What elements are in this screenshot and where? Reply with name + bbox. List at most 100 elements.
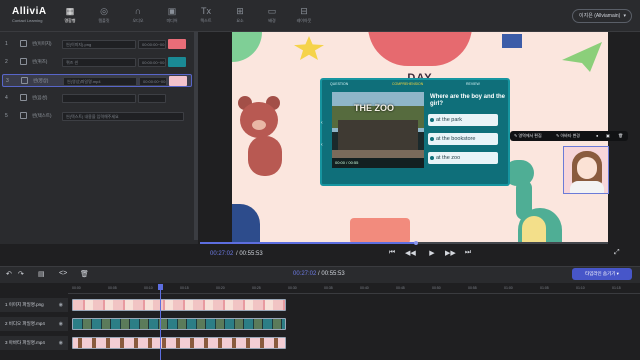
text-icon: Tx (201, 6, 211, 16)
nav-layout[interactable]: ⊟ 레이아웃 (290, 6, 318, 24)
player-total-time: / 00:55:53 (236, 251, 263, 257)
paper-plane-decoration (562, 42, 602, 72)
app-tagline: Contact Learning (12, 18, 43, 23)
nav-audio[interactable]: ∩ 오디오 (124, 6, 152, 24)
image-clip[interactable] (72, 299, 286, 311)
text-icon (20, 112, 27, 119)
video-time: 00:00 / 00:55 (335, 160, 359, 165)
track-video (68, 317, 640, 331)
media-icon: ▣ (167, 6, 177, 16)
app-logo[interactable]: AlliviA Contact Learning (12, 6, 47, 23)
ruler-tick: 01:05 (540, 286, 549, 290)
scene-file-field[interactable]: 퀴즈 씬 (62, 58, 136, 67)
tab-question[interactable]: QUESTION (330, 82, 348, 86)
top-bar: AlliviA Contact Learning ▦ 명함형 ◎ 템플릿 ∩ 오… (0, 0, 640, 32)
skip-back-icon[interactable]: ⏮ (387, 249, 397, 257)
scene-thumbnail (168, 57, 186, 67)
user-menu-button[interactable]: 이지은 (Allviamain) ▾ (572, 9, 632, 23)
tab-review[interactable]: REVIEW (466, 82, 480, 86)
track-label-video[interactable]: 2 비디오 파일명.mp4 ◉ (0, 317, 68, 331)
ruler-tick: 00:05 (108, 286, 117, 290)
app-name: AlliviA (12, 6, 47, 17)
fast-forward-icon[interactable]: ▶▶ (445, 249, 456, 257)
play-icon[interactable]: ▶ (427, 249, 437, 257)
quiz-next-arrow[interactable]: ‹ (321, 142, 323, 148)
ruler-tick: 00:55 (468, 286, 477, 290)
speaker-icon[interactable]: ◉ (59, 317, 63, 331)
color-icon[interactable]: ● (596, 133, 598, 138)
track-label-image[interactable]: 1 이미지 파일명.png ◉ (0, 298, 68, 312)
nav-text[interactable]: Tx 텍스트 (192, 6, 220, 24)
playhead-handle[interactable] (158, 284, 163, 290)
speaker-icon[interactable]: ◉ (59, 298, 63, 312)
nav-background[interactable]: ▭ 배경 (258, 6, 286, 24)
quiz-answer-1[interactable]: at the park (428, 114, 498, 126)
zoo-sign-text: THE ZOO (354, 103, 394, 113)
nav-template[interactable]: ◎ 템플릿 (90, 6, 118, 24)
scene-list-panel: 1 씬(이미지) 씬(이미지).png 00:00:00~00:00:00 2 … (0, 32, 198, 244)
scene-file-field[interactable]: 씬(이미지).png (62, 40, 136, 49)
avatar-clip[interactable] (72, 337, 286, 349)
shape-decoration (232, 204, 260, 244)
layer-icon[interactable]: ▣ (606, 133, 610, 138)
nav-media[interactable]: ▣ 미디어 (158, 6, 186, 24)
ruler-tick: 01:10 (576, 286, 585, 290)
scene-file-field[interactable] (62, 94, 136, 103)
panel-resize-handle[interactable] (194, 32, 198, 240)
speaker-icon[interactable]: ◉ (59, 336, 63, 350)
delete-icon[interactable]: 🗑 (80, 270, 89, 278)
quiz-tabs: QUESTION COMPREHENSION REVIEW (326, 82, 508, 88)
timeline-playhead[interactable] (160, 284, 161, 360)
track-image (68, 298, 640, 312)
scene-row-2[interactable]: 2 씬(퀴즈) 퀴즈 씬 00:00:00~00:00:00 (2, 56, 192, 69)
nav-elements[interactable]: ⊞ 요소 (226, 6, 254, 24)
timeline-ruler[interactable]: 00:00 00:05 00:10 00:15 00:20 00:25 00:30 00:35… (68, 284, 640, 294)
scene-duration: 00:00:00~00:00:00 (138, 58, 166, 67)
change-avatar-button[interactable]: ✎ 아바타 변경 (556, 133, 580, 139)
ruler-tick: 00:35 (324, 286, 333, 290)
chevron-down-icon: ▾ (623, 13, 626, 19)
fullscreen-icon[interactable]: ⤢ (614, 249, 620, 257)
video-clip[interactable] (72, 318, 286, 330)
quiz-question: Where are the boy and the girl? (430, 94, 506, 107)
player-progress[interactable] (200, 241, 608, 245)
user-name: 이지은 (Allviamain) (579, 13, 621, 19)
ruler-tick: 00:10 (144, 286, 153, 290)
scene-duration: 00:00:00~00:00:00 (138, 40, 166, 49)
scene-row-3[interactable]: 3 씬(영상) 씬(영상)파일명.mp4 00:00:00~00:00:55 (2, 74, 192, 87)
skip-forward-icon[interactable]: ⏭ (463, 249, 473, 257)
scene-file-field[interactable]: 씬(영상)파일명.mp4 (63, 77, 137, 86)
quiz-answer-2[interactable]: at the bookstore (428, 133, 498, 145)
caption-icon[interactable]: ▤ (38, 270, 45, 278)
trash-icon[interactable]: 🗑 (618, 133, 623, 138)
scene-duration (138, 94, 166, 103)
rewind-icon[interactable]: ◀◀ (405, 249, 416, 257)
ruler-tick: 00:00 (72, 286, 81, 290)
scene-text-field[interactable]: 씬(텍스트) 내용을 입력해주세요 (62, 112, 184, 121)
undo-icon[interactable]: ↶ (6, 270, 12, 278)
scene-row-1[interactable]: 1 씬(이미지) 씬(이미지).png 00:00:00~00:00:00 (2, 38, 192, 51)
avatar-element[interactable] (563, 146, 609, 194)
edit-in-area-button[interactable]: ✎ 영역에서 편집 (514, 133, 542, 139)
headphones-icon: ∩ (134, 6, 142, 16)
track-label-avatar[interactable]: 3 아바타 파일명.mp4 ◉ (0, 336, 68, 350)
video-controls[interactable]: 00:00 / 00:55 (332, 158, 424, 168)
pencil-decoration (350, 218, 410, 244)
quiz-answer-3[interactable]: at the zoo (428, 152, 498, 164)
timeline-toggle-button[interactable]: 타임라인 숨기기 ▾ (572, 268, 632, 280)
ruler-tick: 00:45 (396, 286, 405, 290)
tab-comprehension[interactable]: COMPREHENSION (392, 82, 423, 86)
code-icon[interactable]: <> (59, 270, 67, 277)
quiz-widget[interactable]: QUESTION COMPREHENSION REVIEW ‹ ‹ THE ZO… (320, 78, 510, 186)
teddy-bear-sticker (236, 96, 292, 186)
ruler-tick: 00:30 (288, 286, 297, 290)
grid-icon: ⊞ (236, 6, 244, 16)
redo-icon[interactable]: ↷ (18, 270, 24, 278)
quiz-video[interactable]: THE ZOO 00:00 / 00:55 (332, 92, 424, 168)
ruler-tick: 00:20 (216, 286, 225, 290)
scene-row-5[interactable]: 5 씬(텍스트) 씬(텍스트) 내용을 입력해주세요 (2, 110, 192, 123)
scene-row-4[interactable]: 4 씬(음성) (2, 92, 192, 105)
scene-thumbnail (169, 76, 187, 86)
quiz-prev-arrow[interactable]: ‹ (321, 120, 323, 126)
nav-namecard[interactable]: ▦ 명함형 (56, 6, 84, 24)
